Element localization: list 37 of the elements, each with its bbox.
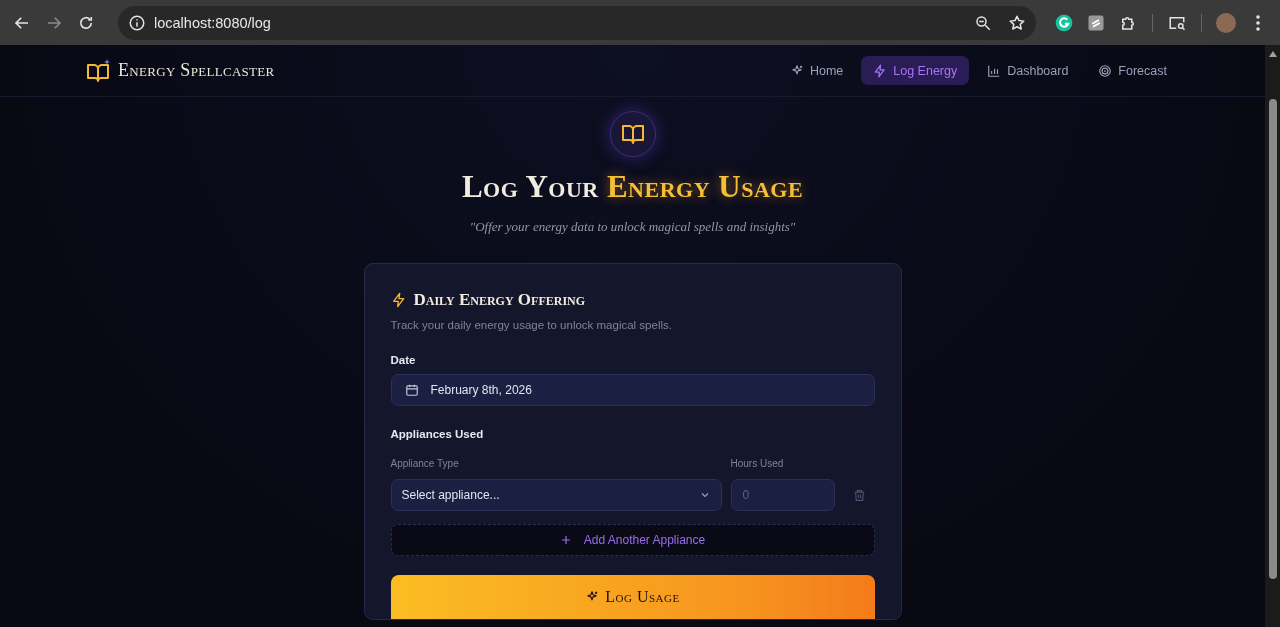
lightning-icon: [873, 63, 888, 78]
calendar-icon: [404, 383, 419, 397]
page-subtitle: "Offer your energy data to unlock magical spells and insights": [469, 219, 796, 235]
slash-square-icon: [1087, 13, 1105, 32]
star-icon[interactable]: [1008, 13, 1026, 32]
column-label: Hours Used: [730, 458, 785, 469]
field-label: Date: [390, 354, 417, 366]
appliance-select[interactable]: Select appliance...: [390, 479, 722, 511]
more-icon: [1255, 13, 1261, 32]
scroll-up-icon[interactable]: [1267, 49, 1278, 59]
nav-link[interactable]: Log Energy: [861, 56, 970, 85]
bar-chart-icon: [987, 63, 1002, 78]
plus-icon: [559, 534, 572, 546]
target-icon: [1098, 63, 1113, 78]
card-title: Daily Energy Offering: [413, 290, 586, 310]
hours-input[interactable]: 0: [730, 479, 835, 511]
info-icon: [128, 13, 146, 32]
add-appliance-button[interactable]: Add Another Appliance: [390, 524, 875, 556]
logo-icon: [86, 57, 112, 84]
g-circle-icon: [1054, 12, 1074, 33]
address-bar[interactable]: localhost:8080/log: [118, 5, 1036, 40]
date-picker[interactable]: February 8th, 2026: [390, 374, 875, 406]
log-usage-button[interactable]: Log Usage: [390, 575, 875, 619]
card-description: Track your daily energy usage to unlock magical spells.: [390, 319, 673, 331]
brand-name: Energy Spellcaster: [118, 60, 275, 81]
column-label: Appliance Type: [390, 458, 460, 469]
scrollbar-thumb[interactable]: [1268, 99, 1277, 579]
avatar: [1216, 12, 1236, 33]
zoom-icon[interactable]: [974, 13, 992, 32]
nav-link[interactable]: Home: [777, 56, 856, 85]
nav-link[interactable]: Dashboard: [975, 56, 1081, 85]
nav-link[interactable]: Forecast: [1086, 56, 1179, 85]
url-text: localhost:8080/log: [154, 14, 272, 31]
book-icon: [620, 122, 645, 146]
section-label: Appliances Used: [390, 428, 485, 440]
page-title: Log Your Energy Usage: [461, 169, 804, 205]
lightning-icon: [390, 292, 407, 308]
